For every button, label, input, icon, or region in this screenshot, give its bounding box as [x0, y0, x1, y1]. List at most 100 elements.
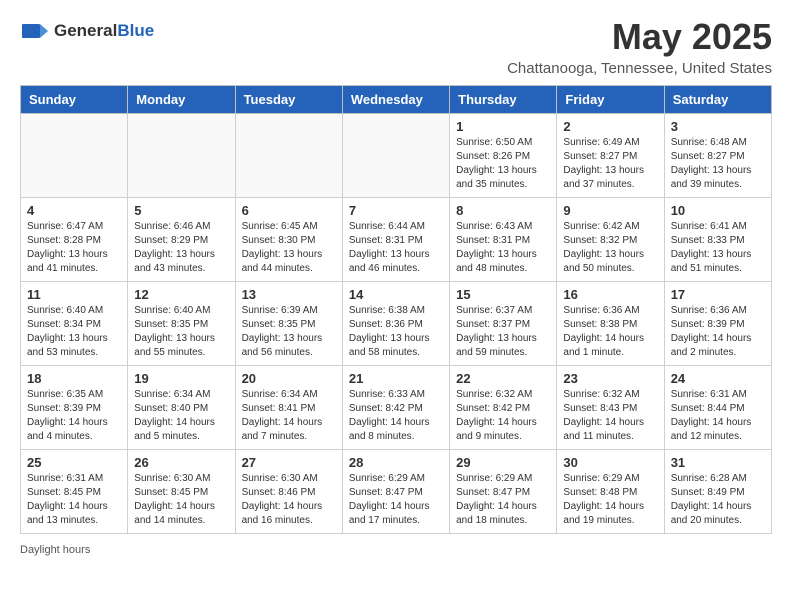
day-number: 30: [563, 455, 657, 470]
calendar-day-cell: [21, 114, 128, 198]
calendar-day-cell: 20Sunrise: 6:34 AM Sunset: 8:41 PM Dayli…: [235, 366, 342, 450]
calendar-day-header: Sunday: [21, 86, 128, 114]
page-header: GeneralBlue May 2025 Chattanooga, Tennes…: [20, 16, 772, 77]
calendar-day-header: Wednesday: [342, 86, 449, 114]
day-info: Sunrise: 6:33 AM Sunset: 8:42 PM Dayligh…: [349, 388, 443, 444]
day-number: 22: [456, 371, 550, 386]
day-number: 14: [349, 287, 443, 302]
day-number: 6: [242, 203, 336, 218]
calendar-week-row: 11Sunrise: 6:40 AM Sunset: 8:34 PM Dayli…: [21, 282, 772, 366]
day-number: 17: [671, 287, 765, 302]
calendar-day-cell: 21 Sunrise: 6:33 AM Sunset: 8:42 PM Dayli…: [342, 366, 449, 450]
calendar-day-cell: 25 Sunrise: 6:31 AM Sunset: 8:45 PM Dayli…: [21, 450, 128, 534]
calendar-day-header: Tuesday: [235, 86, 342, 114]
day-number: 3: [671, 119, 765, 134]
day-info: Sunrise: 6:41 AM Sunset: 8:33 PM Dayligh…: [671, 220, 765, 276]
day-number: 2: [563, 119, 657, 134]
calendar-day-cell: 30 Sunrise: 6:29 AM Sunset: 8:48 PM Dayli…: [557, 450, 664, 534]
calendar-day-cell: 23Sunrise: 6:32 AM Sunset: 8:43 PM Dayli…: [557, 366, 664, 450]
logo: GeneralBlue: [20, 16, 154, 46]
day-info: Sunrise: 6:46 AM Sunset: 8:29 PM Dayligh…: [134, 220, 228, 276]
calendar-day-cell: 14 Sunrise: 6:38 AM Sunset: 8:36 PM Dayli…: [342, 282, 449, 366]
calendar-day-cell: 24 Sunrise: 6:31 AM Sunset: 8:44 PM Dayli…: [664, 366, 771, 450]
day-info: Sunrise: 6:29 AM Sunset: 8:47 PM Dayligh…: [456, 472, 550, 528]
calendar-day-cell: 5 Sunrise: 6:46 AM Sunset: 8:29 PM Daylig…: [128, 198, 235, 282]
calendar-day-cell: 19 Sunrise: 6:34 AM Sunset: 8:40 PM Dayli…: [128, 366, 235, 450]
day-number: 13: [242, 287, 336, 302]
day-info: Sunrise: 6:50 AM Sunset: 8:26 PM Dayligh…: [456, 136, 550, 192]
calendar-day-header: Thursday: [450, 86, 557, 114]
calendar-day-cell: 18 Sunrise: 6:35 AM Sunset: 8:39 PM Dayli…: [21, 366, 128, 450]
day-number: 4: [27, 203, 121, 218]
day-number: 16: [563, 287, 657, 302]
calendar-week-row: 25 Sunrise: 6:31 AM Sunset: 8:45 PM Dayli…: [21, 450, 772, 534]
day-number: 26: [134, 455, 228, 470]
calendar-day-cell: 15 Sunrise: 6:37 AM Sunset: 8:37 PM Dayli…: [450, 282, 557, 366]
day-number: 15: [456, 287, 550, 302]
calendar-day-cell: 29Sunrise: 6:29 AM Sunset: 8:47 PM Dayli…: [450, 450, 557, 534]
day-number: 10: [671, 203, 765, 218]
calendar-day-header: Monday: [128, 86, 235, 114]
day-info: Sunrise: 6:29 AM Sunset: 8:47 PM Dayligh…: [349, 472, 443, 528]
title-block: May 2025 Chattanooga, Tennessee, United …: [507, 16, 772, 77]
day-number: 18: [27, 371, 121, 386]
day-info: Sunrise: 6:28 AM Sunset: 8:49 PM Dayligh…: [671, 472, 765, 528]
day-number: 19: [134, 371, 228, 386]
logo-blue: Blue: [117, 21, 154, 40]
calendar-day-header: Saturday: [664, 86, 771, 114]
calendar-day-cell: 9Sunrise: 6:42 AM Sunset: 8:32 PM Daylig…: [557, 198, 664, 282]
day-number: 25: [27, 455, 121, 470]
day-info: Sunrise: 6:48 AM Sunset: 8:27 PM Dayligh…: [671, 136, 765, 192]
day-number: 27: [242, 455, 336, 470]
location-title: Chattanooga, Tennessee, United States: [507, 60, 772, 77]
calendar-day-cell: 28Sunrise: 6:29 AM Sunset: 8:47 PM Dayli…: [342, 450, 449, 534]
day-number: 23: [563, 371, 657, 386]
day-info: Sunrise: 6:43 AM Sunset: 8:31 PM Dayligh…: [456, 220, 550, 276]
calendar-day-cell: [342, 114, 449, 198]
calendar-day-cell: 1 Sunrise: 6:50 AM Sunset: 8:26 PM Daylig…: [450, 114, 557, 198]
logo-general: General: [54, 21, 117, 40]
day-number: 24: [671, 371, 765, 386]
day-info: Sunrise: 6:39 AM Sunset: 8:35 PM Dayligh…: [242, 304, 336, 360]
calendar-day-cell: 11Sunrise: 6:40 AM Sunset: 8:34 PM Dayli…: [21, 282, 128, 366]
calendar-day-cell: 17Sunrise: 6:36 AM Sunset: 8:39 PM Dayli…: [664, 282, 771, 366]
day-info: Sunrise: 6:36 AM Sunset: 8:38 PM Dayligh…: [563, 304, 657, 360]
calendar-day-cell: 2Sunrise: 6:49 AM Sunset: 8:27 PM Daylig…: [557, 114, 664, 198]
calendar-table: SundayMondayTuesdayWednesdayThursdayFrid…: [20, 85, 772, 534]
calendar-day-cell: [235, 114, 342, 198]
day-info: Sunrise: 6:37 AM Sunset: 8:37 PM Dayligh…: [456, 304, 550, 360]
calendar-week-row: 18 Sunrise: 6:35 AM Sunset: 8:39 PM Dayli…: [21, 366, 772, 450]
day-info: Sunrise: 6:40 AM Sunset: 8:35 PM Dayligh…: [134, 304, 228, 360]
day-number: 8: [456, 203, 550, 218]
logo-icon: [20, 16, 50, 46]
footer: Daylight hours: [20, 544, 772, 556]
calendar-day-cell: 16 Sunrise: 6:36 AM Sunset: 8:38 PM Dayli…: [557, 282, 664, 366]
day-info: Sunrise: 6:32 AM Sunset: 8:42 PM Dayligh…: [456, 388, 550, 444]
day-info: Sunrise: 6:34 AM Sunset: 8:40 PM Dayligh…: [134, 388, 228, 444]
day-number: 7: [349, 203, 443, 218]
day-number: 21: [349, 371, 443, 386]
day-info: Sunrise: 6:44 AM Sunset: 8:31 PM Dayligh…: [349, 220, 443, 276]
month-title: May 2025: [507, 16, 772, 58]
calendar-day-cell: 27 Sunrise: 6:30 AM Sunset: 8:46 PM Dayli…: [235, 450, 342, 534]
day-info: Sunrise: 6:35 AM Sunset: 8:39 PM Dayligh…: [27, 388, 121, 444]
calendar-week-row: 4Sunrise: 6:47 AM Sunset: 8:28 PM Daylig…: [21, 198, 772, 282]
daylight-hours-label: Daylight hours: [20, 544, 90, 556]
calendar-day-cell: 4Sunrise: 6:47 AM Sunset: 8:28 PM Daylig…: [21, 198, 128, 282]
day-info: Sunrise: 6:30 AM Sunset: 8:46 PM Dayligh…: [242, 472, 336, 528]
calendar-day-cell: 13 Sunrise: 6:39 AM Sunset: 8:35 PM Dayli…: [235, 282, 342, 366]
calendar-day-cell: 26Sunrise: 6:30 AM Sunset: 8:45 PM Dayli…: [128, 450, 235, 534]
day-number: 12: [134, 287, 228, 302]
day-number: 5: [134, 203, 228, 218]
day-info: Sunrise: 6:40 AM Sunset: 8:34 PM Dayligh…: [27, 304, 121, 360]
day-info: Sunrise: 6:38 AM Sunset: 8:36 PM Dayligh…: [349, 304, 443, 360]
day-number: 31: [671, 455, 765, 470]
day-info: Sunrise: 6:31 AM Sunset: 8:45 PM Dayligh…: [27, 472, 121, 528]
calendar-day-cell: 12 Sunrise: 6:40 AM Sunset: 8:35 PM Dayli…: [128, 282, 235, 366]
calendar-day-cell: 8 Sunrise: 6:43 AM Sunset: 8:31 PM Daylig…: [450, 198, 557, 282]
calendar-day-cell: 3 Sunrise: 6:48 AM Sunset: 8:27 PM Daylig…: [664, 114, 771, 198]
day-info: Sunrise: 6:31 AM Sunset: 8:44 PM Dayligh…: [671, 388, 765, 444]
day-number: 1: [456, 119, 550, 134]
day-info: Sunrise: 6:29 AM Sunset: 8:48 PM Dayligh…: [563, 472, 657, 528]
calendar-day-cell: 7 Sunrise: 6:44 AM Sunset: 8:31 PM Daylig…: [342, 198, 449, 282]
